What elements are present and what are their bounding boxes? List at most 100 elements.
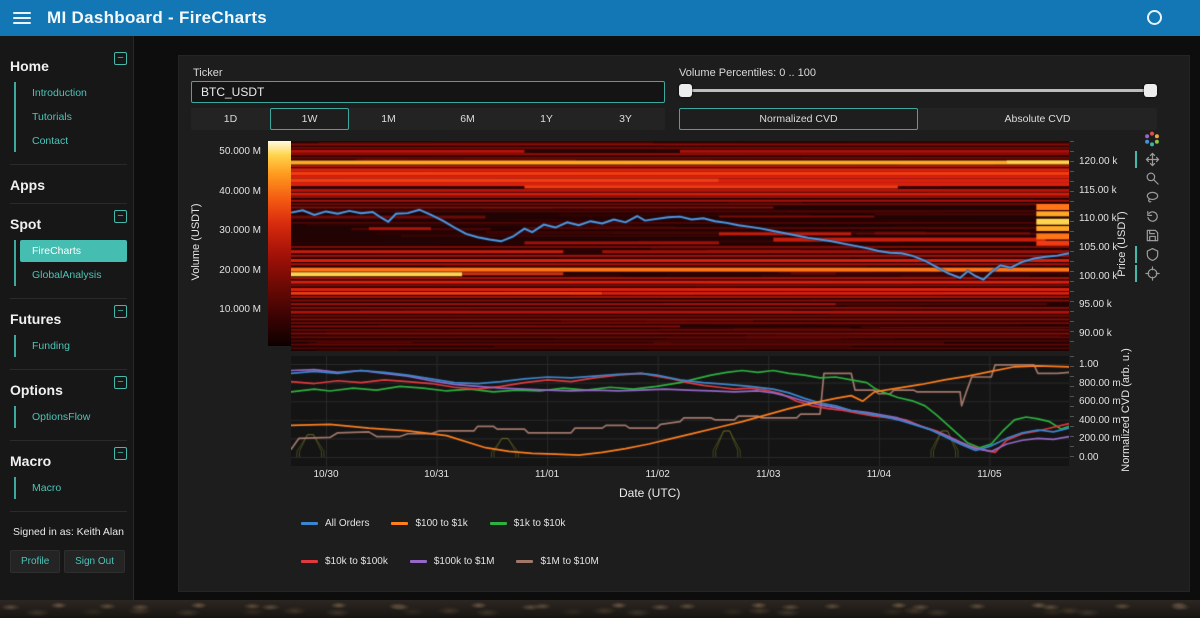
volume-percentile-slider (679, 83, 1157, 97)
axis-tick-label: 30.000 M (197, 225, 261, 236)
sidebar-item-macro[interactable]: Macro (20, 477, 127, 499)
pan-icon[interactable] (1139, 150, 1165, 169)
axis-tick-label: 10/30 (296, 469, 356, 480)
collapse-section-icon[interactable]: − (114, 447, 127, 460)
toggle-spikelines-icon[interactable] (1139, 264, 1165, 283)
sidebar-item-introduction[interactable]: Introduction (20, 82, 127, 104)
collapse-section-icon[interactable]: − (114, 52, 127, 65)
axis-tick-label: 10/31 (407, 469, 467, 480)
price-axis-title: Price (USDT) (1116, 189, 1128, 299)
sidebar-item-funding[interactable]: Funding (20, 335, 127, 357)
box-zoom-icon[interactable] (1139, 169, 1165, 188)
legend-item-1m-to-10m[interactable]: $1M to $10M (516, 556, 598, 567)
sidebar-item-label: GlobalAnalysis (32, 269, 101, 281)
app-header: MI Dashboard - FireCharts (0, 0, 1200, 36)
axis-tick-label: 20.000 M (197, 265, 261, 276)
axis-tick-label: 10.000 M (197, 304, 261, 315)
slider-handle-max[interactable] (1144, 84, 1157, 97)
axis-tick-label: 11/04 (849, 469, 909, 480)
slider-handle-min[interactable] (679, 84, 692, 97)
x-axis-title: Date (UTC) (619, 486, 680, 500)
sidebar-section-title: Spot (10, 210, 41, 232)
main-panel: Ticker 1D1W1M6M1Y3Y Volume Percentiles: … (178, 55, 1190, 592)
sidebar-section-home: Home − Introduction Tutorials Contact (10, 46, 127, 165)
cvd-mode-absolute-cvd-button[interactable]: Absolute CVD (918, 108, 1157, 130)
sidebar-item-label: OptionsFlow (32, 411, 90, 423)
sidebar-section-title: Futures (10, 305, 61, 327)
loading-spinner-icon[interactable] (1147, 10, 1162, 25)
save-image-icon[interactable] (1139, 226, 1165, 245)
sign-out-button[interactable]: Sign Out (64, 550, 125, 573)
cvd-mode-normalized-cvd-button[interactable]: Normalized CVD (679, 108, 918, 130)
timeframe-1d-button[interactable]: 1D (191, 108, 270, 130)
legend-item-all-orders[interactable]: All Orders (301, 518, 369, 529)
legend-item-100-to-1k[interactable]: $100 to $1k (391, 518, 467, 529)
plot-modebar (1139, 128, 1165, 283)
legend-color-dash (516, 560, 533, 563)
hover-closest-icon[interactable] (1139, 245, 1165, 264)
legend-label: $1M to $10M (540, 556, 598, 567)
sidebar-section-title: Home (10, 52, 49, 74)
axis-tick-label: 50.000 M (197, 146, 261, 157)
volume-axis-title: Volume (USDT) (190, 187, 202, 297)
sidebar-item-label: Contact (32, 135, 68, 147)
sidebar-section-title: Options (10, 376, 63, 398)
reset-axes-icon[interactable] (1139, 207, 1165, 226)
page-title: MI Dashboard - FireCharts (47, 8, 267, 28)
legend-label: $1k to $10k (514, 518, 566, 529)
timeframe-3y-button[interactable]: 3Y (586, 108, 665, 130)
collapse-section-icon[interactable]: − (114, 305, 127, 318)
legend-item-10k-to-100k[interactable]: $10k to $100k (301, 556, 388, 567)
sidebar-section-title: Macro (10, 447, 51, 469)
legend-label: $100k to $1M (434, 556, 495, 567)
cvd-mode-button-group: Normalized CVDAbsolute CVD (679, 108, 1157, 130)
ticker-input[interactable] (191, 81, 665, 103)
ticker-label: Ticker (193, 67, 223, 79)
legend-label: $100 to $1k (415, 518, 467, 529)
timeframe-1w-button[interactable]: 1W (270, 108, 349, 130)
cvd-line-chart[interactable] (291, 356, 1069, 466)
timeframe-6m-button[interactable]: 6M (428, 108, 507, 130)
slider-track[interactable] (679, 89, 1157, 92)
sidebar-section-spot: Spot − FireCharts GlobalAnalysis (10, 204, 127, 299)
profile-button[interactable]: Profile (10, 550, 60, 573)
axis-tick-label: 11/03 (738, 469, 798, 480)
legend-color-dash (490, 522, 507, 525)
legend-item-100k-to-1m[interactable]: $100k to $1M (410, 556, 495, 567)
plotly-logo-icon[interactable] (1139, 128, 1165, 150)
axis-tick-label: 11/02 (628, 469, 688, 480)
timeframe-button-group: 1D1W1M6M1Y3Y (191, 108, 665, 130)
axis-tick-label: 11/01 (517, 469, 577, 480)
sidebar-section-options: Options − OptionsFlow (10, 370, 127, 441)
legend-item-1k-to-10k[interactable]: $1k to $10k (490, 518, 566, 529)
page-background-texture (0, 600, 1200, 618)
signed-in-text: Signed in as: Keith Alan (10, 512, 127, 548)
collapse-section-icon[interactable]: − (114, 376, 127, 389)
sidebar-item-firecharts[interactable]: FireCharts (20, 240, 127, 262)
axis-tick-label: 40.000 M (197, 186, 261, 197)
timeframe-1m-button[interactable]: 1M (349, 108, 428, 130)
sidebar-item-tutorials[interactable]: Tutorials (20, 106, 127, 128)
legend-color-dash (301, 560, 318, 563)
sidebar-section-apps: Apps (10, 165, 127, 204)
sidebar-item-contact[interactable]: Contact (20, 130, 127, 152)
sidebar-section-macro: Macro − Macro (10, 441, 127, 512)
legend-label: All Orders (325, 518, 369, 529)
lasso-select-icon[interactable] (1139, 188, 1165, 207)
sidebar-item-globalanalysis[interactable]: GlobalAnalysis (20, 264, 127, 286)
sidebar-section-title: Apps (10, 171, 45, 193)
sidebar-item-label: Tutorials (32, 111, 72, 123)
volume-colorbar (268, 141, 291, 346)
sidebar: Home − Introduction Tutorials Contact Apps Spo… (0, 36, 134, 600)
axis-tick-label: 11/05 (959, 469, 1019, 480)
axis-tick-label: 120.00 k (1079, 156, 1131, 167)
legend-color-dash (301, 522, 318, 525)
collapse-section-icon[interactable]: − (114, 210, 127, 223)
sidebar-item-label: Introduction (32, 87, 87, 99)
timeframe-1y-button[interactable]: 1Y (507, 108, 586, 130)
volume-percentiles-label: Volume Percentiles: 0 .. 100 (679, 67, 816, 79)
sidebar-item-optionsflow[interactable]: OptionsFlow (20, 406, 127, 428)
menu-icon[interactable] (13, 12, 31, 24)
firechart-heatmap[interactable] (291, 141, 1069, 351)
legend-color-dash (391, 522, 408, 525)
